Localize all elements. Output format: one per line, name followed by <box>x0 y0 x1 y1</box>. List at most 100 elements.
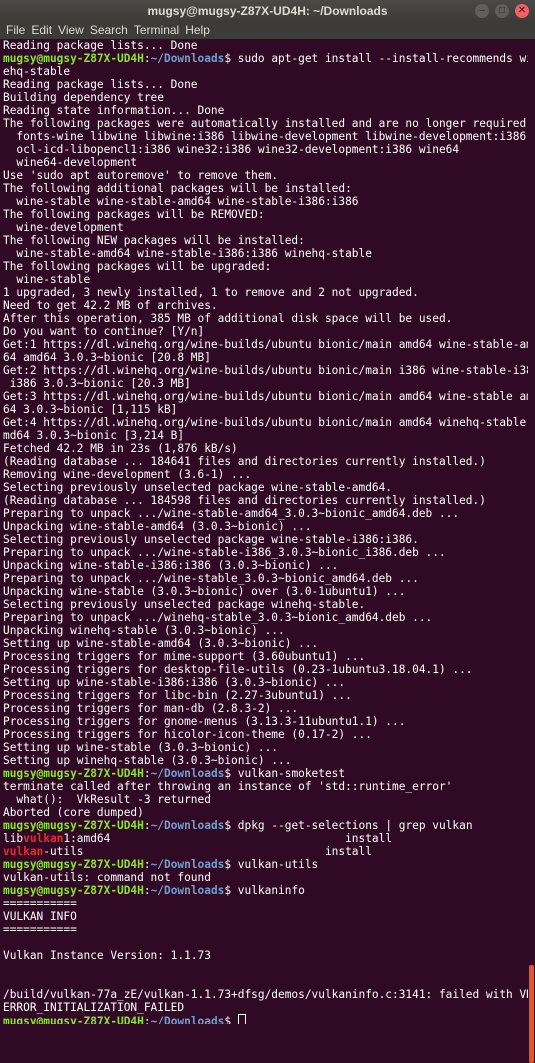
prompt-user: mugsy@mugsy-Z87X-UD4H <box>3 1015 144 1024</box>
prompt-user: mugsy@mugsy-Z87X-UD4H <box>3 819 144 832</box>
terminal-line: Setting up winehq-stable (3.0.3~bionic) … <box>3 754 525 767</box>
terminal-line: The following NEW packages will be insta… <box>3 234 525 247</box>
menu-edit[interactable]: Edit <box>28 22 55 39</box>
output-text: vulkan-utils: command not found <box>3 871 211 884</box>
output-text: ERROR_INITIALIZATION_FAILED <box>3 1001 185 1014</box>
terminal-line: Setting up wine-stable (3.0.3~bionic) ..… <box>3 741 525 754</box>
maximize-button[interactable]: □ <box>495 4 509 18</box>
menu-search[interactable]: Search <box>87 22 131 39</box>
output-text: wine64-development <box>3 156 138 169</box>
output-text: The following packages will be upgraded: <box>3 260 272 273</box>
terminal-line: Unpacking winehq-stable (3.0.3~bionic) .… <box>3 624 525 637</box>
terminal-line: Reading state information... Done <box>3 104 525 117</box>
output-text: md64 3.0.3~bionic [3,214 B] <box>3 429 185 442</box>
prompt-symbol: $ <box>224 858 238 871</box>
output-text: /build/vulkan-77a_zE/vulkan-1.1.73+dfsg/… <box>3 988 528 1001</box>
command-text: vulkan-smoketest <box>237 767 346 780</box>
output-text: Preparing to unpack .../wine-stable-i386… <box>3 546 446 559</box>
terminal-line: md64 3.0.3~bionic [3,214 B] <box>3 429 525 442</box>
output-text: Preparing to unpack .../wine-stable-amd6… <box>3 507 460 520</box>
prompt-line: mugsy@mugsy-Z87X-UD4H:~/Downloads$ sudo … <box>3 52 528 65</box>
menu-terminal[interactable]: Terminal <box>131 22 182 39</box>
terminal-line: Do you want to continue? [Y/n] <box>3 325 525 338</box>
prompt-separator: : <box>143 884 151 897</box>
prompt-symbol: $ <box>224 819 238 832</box>
scrollbar[interactable] <box>528 39 535 1063</box>
terminal-line: vulkan-utils: command not found <box>3 871 525 884</box>
terminal-line: Preparing to unpack .../wine-stable-amd6… <box>3 507 525 520</box>
output-text: Get:4 https://dl.winehq.org/wine-builds/… <box>3 416 528 429</box>
prompt-path: ~/Downloads <box>150 1015 225 1024</box>
minimize-button[interactable]: – <box>475 4 489 18</box>
output-text: fonts-wine libwine libwine:i386 libwine-… <box>3 130 527 143</box>
terminal-line: Removing wine-development (3.6-1) ... <box>3 468 525 481</box>
terminal-line: After this operation, 385 MB of addition… <box>3 312 525 325</box>
terminal-line: wine-stable <box>3 273 525 286</box>
terminal-line: wine-development <box>3 221 525 234</box>
terminal-line: VULKAN INFO <box>3 910 525 923</box>
terminal-cursor[interactable] <box>237 1014 246 1024</box>
output-text: ehq-stable <box>3 65 71 78</box>
output-text: Selecting previously unselected package … <box>3 533 419 546</box>
prompt-separator: : <box>143 819 151 832</box>
output-text: =========== <box>3 897 77 910</box>
output-text: Building dependency tree <box>3 91 164 104</box>
output-text: Use 'sudo apt autoremove' to remove them… <box>3 169 278 182</box>
terminal-line: Processing triggers for hicolor-icon-the… <box>3 728 525 741</box>
terminal-line: Get:4 https://dl.winehq.org/wine-builds/… <box>3 416 528 429</box>
output-text: Unpacking wine-stable (3.0.3~bionic) ove… <box>3 585 406 598</box>
window-title: mugsy@mugsy-Z87X-UD4H: ~/Downloads <box>147 4 388 18</box>
output-text: Need to get 42.2 MB of archives. <box>3 299 218 312</box>
output-text: The following NEW packages will be insta… <box>3 234 305 247</box>
output-text: Unpacking winehq-stable (3.0.3~bionic) .… <box>3 624 285 637</box>
window-controls: – □ ✕ <box>475 4 529 18</box>
terminal-line: Preparing to unpack .../winehq-stable_3.… <box>3 611 525 624</box>
prompt-line: mugsy@mugsy-Z87X-UD4H:~/Downloads$ vulka… <box>3 767 525 780</box>
terminal-line: Preparing to unpack .../wine-stable_3.0.… <box>3 572 525 585</box>
scrollbar-thumb[interactable] <box>529 965 534 1063</box>
output-text: Processing triggers for man-db (2.8.3-2)… <box>3 702 299 715</box>
terminal-line: 64 3.0.3~bionic [1,115 kB] <box>3 403 525 416</box>
terminal-line: Processing triggers for man-db (2.8.3-2)… <box>3 702 525 715</box>
output-text: 64 amd64 3.0.3~bionic [20.8 MB] <box>3 351 211 364</box>
output-text: Unpacking wine-stable-i386:i386 (3.0.3~b… <box>3 559 339 572</box>
output-text: Setting up wine-stable-amd64 (3.0.3~bion… <box>3 637 319 650</box>
terminal-line: Use 'sudo apt autoremove' to remove them… <box>3 169 525 182</box>
prompt-symbol: $ <box>224 884 238 897</box>
terminal-line: Selecting previously unselected package … <box>3 598 525 611</box>
terminal-output[interactable]: Reading package lists... Done mugsy@mugsy… <box>0 39 528 1024</box>
output-text: Aborted (core dumped) <box>3 806 144 819</box>
close-button[interactable]: ✕ <box>515 4 529 18</box>
menu-file[interactable]: File <box>3 22 28 39</box>
terminal-line: Need to get 42.2 MB of archives. <box>3 299 525 312</box>
terminal-line: 1 upgraded, 3 newly installed, 1 to remo… <box>3 286 525 299</box>
menu-view[interactable]: View <box>55 22 87 39</box>
grep-match: vulkan <box>23 832 64 845</box>
terminal-line: wine-stable wine-stable-amd64 wine-stabl… <box>3 195 525 208</box>
output-text: Processing triggers for libc-bin (2.27-3… <box>3 689 352 702</box>
prompt-line: mugsy@mugsy-Z87X-UD4H:~/Downloads$ vulka… <box>3 858 525 871</box>
terminal-line: Setting up wine-stable-i386:i386 (3.0.3~… <box>3 676 525 689</box>
output-text: Processing triggers for gnome-menus (3.1… <box>3 715 406 728</box>
output-text: Do you want to continue? [Y/n] <box>3 325 205 338</box>
output-text: Get:3 https://dl.winehq.org/wine-builds/… <box>3 390 528 403</box>
output-text: =========== <box>3 923 77 936</box>
terminal-line: Get:1 https://dl.winehq.org/wine-builds/… <box>3 338 528 351</box>
prompt-user: mugsy@mugsy-Z87X-UD4H <box>3 884 144 897</box>
menu-help[interactable]: Help <box>182 22 213 39</box>
output-text: (Reading database ... 184641 files and d… <box>3 455 486 468</box>
output-text: Reading package lists... Done <box>3 39 198 52</box>
terminal-line: Processing triggers for mime-support (3.… <box>3 650 525 663</box>
prompt-symbol: $ <box>224 767 238 780</box>
output-text: wine-stable wine-stable-amd64 wine-stabl… <box>3 195 359 208</box>
terminal-line: Processing triggers for libc-bin (2.27-3… <box>3 689 525 702</box>
prompt-separator: : <box>143 1015 151 1024</box>
terminal-line: Unpacking wine-stable (3.0.3~bionic) ove… <box>3 585 525 598</box>
output-text: 1 upgraded, 3 newly installed, 1 to remo… <box>3 286 419 299</box>
output-text: lib <box>3 832 24 845</box>
terminal-line: Preparing to unpack .../wine-stable-i386… <box>3 546 525 559</box>
output-text: Fetched 42.2 MB in 23s (1,876 kB/s) <box>3 442 238 455</box>
terminal-line: fonts-wine libwine libwine:i386 libwine-… <box>3 130 527 143</box>
output-text: Processing triggers for desktop-file-uti… <box>3 663 473 676</box>
